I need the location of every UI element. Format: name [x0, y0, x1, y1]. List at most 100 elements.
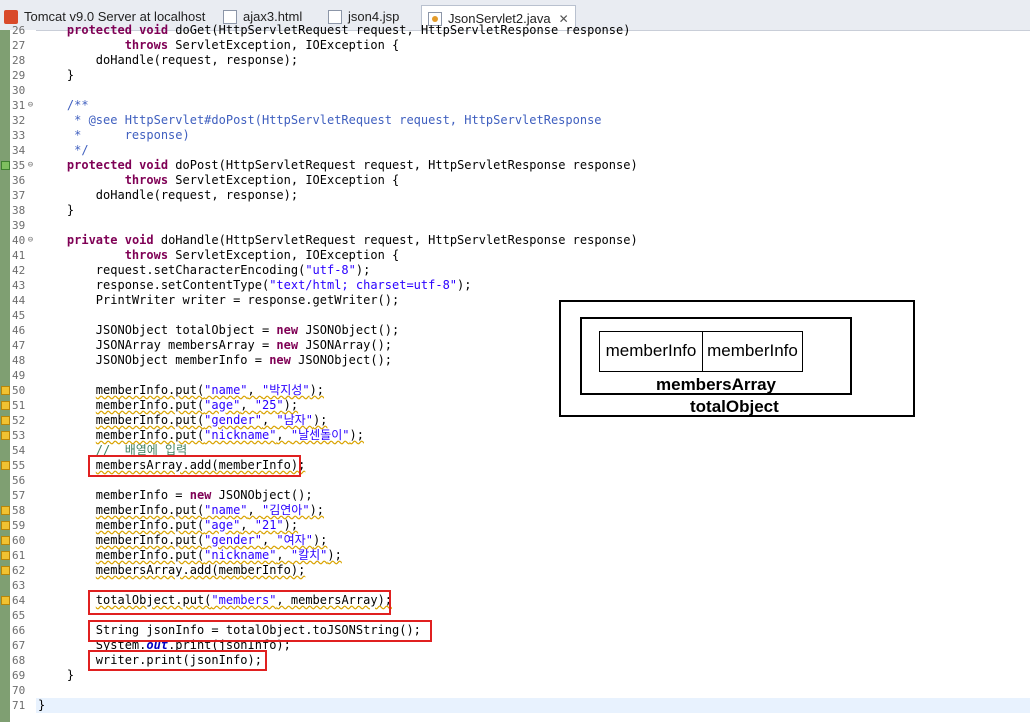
line-number: 47 [12, 339, 26, 352]
line-number: 62 [12, 564, 26, 577]
line-number: 55 [12, 459, 26, 472]
diagram-member-info-cell: memberInfo [702, 331, 803, 372]
code-line[interactable]: * @see HttpServlet#doPost(HttpServletReq… [38, 113, 601, 128]
line-number: 33 [12, 129, 26, 142]
line-number: 70 [12, 684, 26, 697]
code-line[interactable]: throws ServletException, IOException { [38, 248, 400, 263]
server-icon [4, 9, 18, 24]
warning-marker-icon[interactable] [1, 521, 10, 530]
code-line[interactable]: memberInfo.put("gender", "남자"); [38, 413, 328, 428]
code-line[interactable]: memberInfo.put("age", "25"); [38, 398, 298, 413]
warning-marker-icon[interactable] [1, 416, 10, 425]
code-line[interactable]: JSONArray membersArray = new JSONArray()… [38, 338, 392, 353]
line-number: 48 [12, 354, 26, 367]
tab-label: json4.jsp [348, 9, 400, 24]
line-number: 69 [12, 669, 26, 682]
vertical-ruler [0, 30, 10, 722]
line-number: 57 [12, 489, 26, 502]
warning-marker-icon[interactable] [1, 566, 10, 575]
line-number: 71 [12, 699, 26, 712]
line-number: 44 [12, 294, 26, 307]
line-number: 52 [12, 414, 26, 427]
highlight-box-members-add [88, 455, 301, 477]
fold-toggle-icon[interactable]: ⊖ [26, 236, 35, 245]
code-line[interactable]: memberInfo.put("nickname", "칼치"); [38, 548, 342, 563]
warning-marker-icon[interactable] [1, 596, 10, 605]
line-number: 45 [12, 309, 26, 322]
diagram-member-info-cell: memberInfo [599, 331, 703, 372]
line-number: 29 [12, 69, 26, 82]
warning-marker-icon[interactable] [1, 461, 10, 470]
line-number: 38 [12, 204, 26, 217]
fold-toggle-icon[interactable]: ⊖ [26, 101, 35, 110]
line-number: 51 [12, 399, 26, 412]
code-line[interactable]: JSONObject totalObject = new JSONObject(… [38, 323, 399, 338]
code-line[interactable]: response.setContentType("text/html; char… [38, 278, 472, 293]
line-number: 46 [12, 324, 26, 337]
highlight-box-total-put [88, 590, 391, 615]
code-line[interactable]: memberInfo.put("gender", "여자"); [38, 533, 328, 548]
html-file-icon [223, 9, 237, 24]
code-line[interactable]: request.setCharacterEncoding("utf-8"); [38, 263, 371, 278]
warning-marker-icon[interactable] [1, 506, 10, 515]
line-number: 68 [12, 654, 26, 667]
code-line[interactable]: memberInfo.put("name", "박지성"); [38, 383, 324, 398]
diagram-members-array-label: membersArray [656, 375, 777, 394]
code-line[interactable]: membersArray.add(memberInfo); [38, 563, 306, 578]
line-number: 34 [12, 144, 26, 157]
code-line[interactable]: memberInfo.put("nickname", "날센돌이"); [38, 428, 364, 443]
code-line[interactable]: PrintWriter writer = response.getWriter(… [38, 293, 399, 308]
line-number: 36 [12, 174, 26, 187]
line-number: 26 [12, 24, 26, 37]
line-number: 42 [12, 264, 26, 277]
code-line[interactable]: memberInfo.put("name", "김연아"); [38, 503, 324, 518]
line-number: 39 [12, 219, 26, 232]
line-number: 66 [12, 624, 26, 637]
code-line[interactable]: */ [38, 143, 88, 158]
code-line[interactable]: throws ServletException, IOException { [38, 38, 400, 53]
line-number: 56 [12, 474, 26, 487]
line-number: 49 [12, 369, 26, 382]
fold-toggle-icon[interactable]: ⊖ [26, 161, 35, 170]
line-number: 32 [12, 114, 26, 127]
code-line[interactable]: JSONObject memberInfo = new JSONObject()… [38, 353, 392, 368]
code-line[interactable]: doHandle(request, response); [38, 188, 298, 203]
code-line[interactable]: throws ServletException, IOException { [38, 173, 400, 188]
code-line[interactable]: memberInfo.put("age", "21"); [38, 518, 298, 533]
line-number: 64 [12, 594, 26, 607]
tab-label: Tomcat v9.0 Server at localhost [24, 9, 206, 24]
code-line[interactable]: protected void doGet(HttpServletRequest … [38, 23, 631, 38]
highlight-box-writer-print [88, 650, 267, 671]
code-line[interactable]: } [38, 698, 45, 713]
line-number: 27 [12, 39, 26, 52]
warning-marker-icon[interactable] [1, 386, 10, 395]
highlight-box-to-json-string [88, 620, 432, 642]
code-line[interactable]: /** [38, 98, 89, 113]
code-line[interactable]: protected void doPost(HttpServletRequest… [38, 158, 638, 173]
line-number: 65 [12, 609, 26, 622]
code-line[interactable]: doHandle(request, response); [38, 53, 298, 68]
warning-marker-icon[interactable] [1, 401, 10, 410]
code-line[interactable]: memberInfo = new JSONObject(); [38, 488, 313, 503]
line-number: 37 [12, 189, 26, 202]
line-number: 58 [12, 504, 26, 517]
override-marker-icon[interactable] [1, 161, 10, 170]
line-number: 61 [12, 549, 26, 562]
line-number: 53 [12, 429, 26, 442]
warning-marker-icon[interactable] [1, 431, 10, 440]
code-line[interactable]: } [38, 68, 74, 83]
tab-label: ajax3.html [243, 9, 303, 24]
current-line-highlight [36, 698, 1030, 713]
line-number: 43 [12, 279, 26, 292]
jsp-file-icon [328, 9, 342, 24]
diagram-total-object-label: totalObject [690, 397, 779, 416]
code-line[interactable]: } [38, 203, 74, 218]
line-number: 54 [12, 444, 26, 457]
line-number: 67 [12, 639, 26, 652]
code-line[interactable]: private void doHandle(HttpServletRequest… [38, 233, 638, 248]
warning-marker-icon[interactable] [1, 551, 10, 560]
line-number: 59 [12, 519, 26, 532]
warning-marker-icon[interactable] [1, 536, 10, 545]
code-line[interactable]: * response) [38, 128, 190, 143]
code-line[interactable]: } [38, 668, 74, 683]
